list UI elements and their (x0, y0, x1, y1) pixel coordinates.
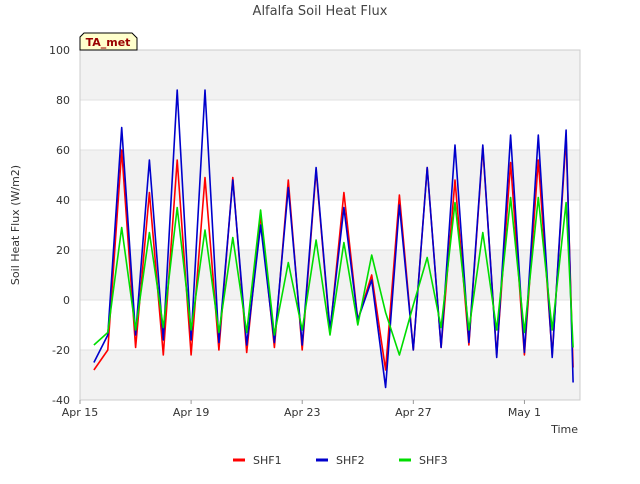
y-axis: -40-20020406080100 (49, 44, 70, 407)
chart-svg: Alfalfa Soil Heat Flux -40-2002040608010… (9, 4, 581, 467)
y-tick-label: -20 (52, 344, 70, 357)
x-axis-label: Time (550, 423, 578, 436)
chart-title: Alfalfa Soil Heat Flux (253, 4, 388, 19)
ta-met-badge-label: TA_met (86, 36, 131, 49)
y-tick-label: 0 (63, 294, 70, 307)
x-tick-label: Apr 23 (284, 406, 321, 419)
y-tick-label: 100 (49, 44, 70, 57)
legend-label-shf2: SHF2 (336, 454, 365, 467)
ta-met-badge: TA_met (79, 32, 138, 51)
y-tick-label: 40 (56, 194, 70, 207)
grid-band (80, 350, 580, 400)
chart-container: Alfalfa Soil Heat Flux -40 -20 0 20 40 60 80 10… (0, 0, 640, 480)
legend-label-shf1: SHF1 (253, 454, 282, 467)
x-tick-label: May 1 (508, 406, 541, 419)
grid-band (80, 50, 580, 100)
x-tick-label: Apr 19 (173, 406, 210, 419)
y-tick-label: 60 (56, 144, 70, 157)
x-tick-label: Apr 27 (395, 406, 432, 419)
x-axis: Apr 15 Apr 19 Apr 23 Apr 27 May 1 (62, 400, 541, 419)
grid-band (80, 150, 580, 200)
x-tick-label: Apr 15 (62, 406, 99, 419)
y-axis-label: Soil Heat Flux (W/m2) (9, 165, 22, 285)
legend-label-shf3: SHF3 (419, 454, 448, 467)
y-tick-label: 20 (56, 244, 70, 257)
legend: SHF1 SHF2 SHF3 (233, 454, 448, 467)
y-tick-label: 80 (56, 94, 70, 107)
